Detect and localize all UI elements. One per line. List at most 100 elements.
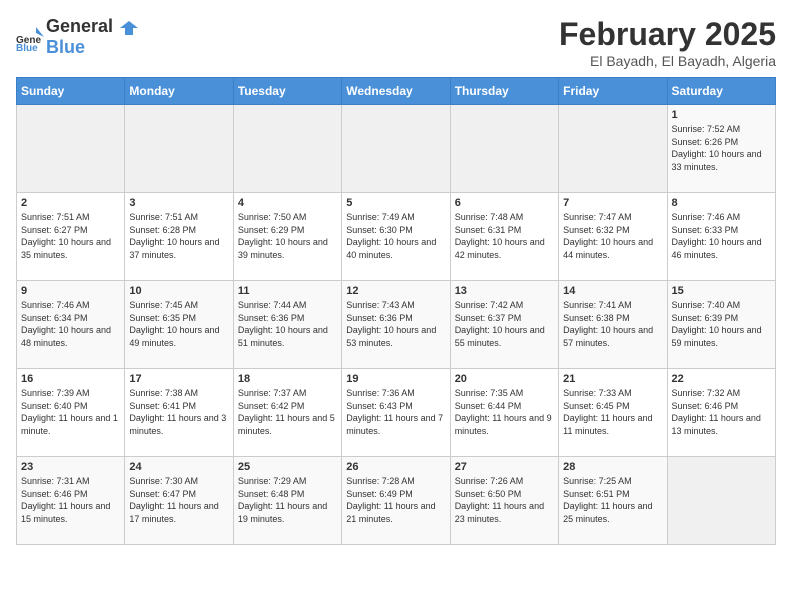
day-info: Sunrise: 7:49 AM Sunset: 6:30 PM Dayligh… (346, 211, 445, 261)
header-wednesday: Wednesday (342, 78, 450, 105)
day-number: 6 (455, 197, 554, 209)
day-info: Sunrise: 7:50 AM Sunset: 6:29 PM Dayligh… (238, 211, 337, 261)
day-number: 20 (455, 373, 554, 385)
day-number: 26 (346, 461, 445, 473)
day-cell (450, 105, 558, 193)
calendar-subtitle: El Bayadh, El Bayadh, Algeria (559, 53, 776, 69)
day-cell: 3 Sunrise: 7:51 AM Sunset: 6:28 PM Daylig… (125, 193, 233, 281)
day-number: 28 (563, 461, 662, 473)
day-number: 1 (672, 109, 771, 121)
day-number: 24 (129, 461, 228, 473)
calendar-title: February 2025 (559, 16, 776, 53)
day-number: 13 (455, 285, 554, 297)
week-row-3: 9 Sunrise: 7:46 AM Sunset: 6:34 PM Daylig… (17, 281, 776, 369)
day-number: 27 (455, 461, 554, 473)
day-info: Sunrise: 7:52 AM Sunset: 6:26 PM Dayligh… (672, 123, 771, 173)
day-number: 4 (238, 197, 337, 209)
logo-blue: Blue (46, 37, 85, 57)
day-cell: 8Sunrise: 7:46 AM Sunset: 6:33 PM Daylig… (667, 193, 775, 281)
day-number: 25 (238, 461, 337, 473)
title-area: February 2025 El Bayadh, El Bayadh, Alge… (559, 16, 776, 69)
day-cell: 24 Sunrise: 7:30 AM Sunset: 6:47 PM Dayli… (125, 457, 233, 545)
header-friday: Friday (559, 78, 667, 105)
header-thursday: Thursday (450, 78, 558, 105)
day-info: Sunrise: 7:35 AM Sunset: 6:44 PM Dayligh… (455, 387, 554, 437)
day-cell: 4 Sunrise: 7:50 AM Sunset: 6:29 PM Daylig… (233, 193, 341, 281)
day-number: 23 (21, 461, 120, 473)
calendar-table: Sunday Monday Tuesday Wednesday Thursday… (16, 77, 776, 545)
day-info: Sunrise: 7:32 AM Sunset: 6:46 PM Dayligh… (672, 387, 771, 437)
day-info: Sunrise: 7:41 AM Sunset: 6:38 PM Dayligh… (563, 299, 662, 349)
header-sunday: Sunday (17, 78, 125, 105)
day-cell: 22 Sunrise: 7:32 AM Sunset: 6:46 PM Dayli… (667, 369, 775, 457)
day-info: Sunrise: 7:26 AM Sunset: 6:50 PM Dayligh… (455, 475, 554, 525)
day-cell: 13 Sunrise: 7:42 AM Sunset: 6:37 PM Dayli… (450, 281, 558, 369)
day-info: Sunrise: 7:44 AM Sunset: 6:36 PM Dayligh… (238, 299, 337, 349)
day-info: Sunrise: 7:30 AM Sunset: 6:47 PM Dayligh… (129, 475, 228, 525)
day-number: 3 (129, 197, 228, 209)
day-cell (233, 105, 341, 193)
day-cell (559, 105, 667, 193)
day-info: Sunrise: 7:43 AM Sunset: 6:36 PM Dayligh… (346, 299, 445, 349)
day-cell: 17Sunrise: 7:38 AM Sunset: 6:41 PM Dayli… (125, 369, 233, 457)
day-cell: 9 Sunrise: 7:46 AM Sunset: 6:34 PM Daylig… (17, 281, 125, 369)
week-row-1: 1 Sunrise: 7:52 AM Sunset: 6:26 PM Daylig… (17, 105, 776, 193)
day-cell: 16 Sunrise: 7:39 AM Sunset: 6:40 PM Dayli… (17, 369, 125, 457)
day-cell: 26 Sunrise: 7:28 AM Sunset: 6:49 PM Dayli… (342, 457, 450, 545)
day-cell: 12 Sunrise: 7:43 AM Sunset: 6:36 PM Dayli… (342, 281, 450, 369)
day-info: Sunrise: 7:25 AM Sunset: 6:51 PM Dayligh… (563, 475, 662, 525)
day-cell: 23Sunrise: 7:31 AM Sunset: 6:46 PM Dayli… (17, 457, 125, 545)
day-cell: 18 Sunrise: 7:37 AM Sunset: 6:42 PM Dayli… (233, 369, 341, 457)
day-cell: 25 Sunrise: 7:29 AM Sunset: 6:48 PM Dayli… (233, 457, 341, 545)
day-number: 10 (129, 285, 228, 297)
day-info: Sunrise: 7:29 AM Sunset: 6:48 PM Dayligh… (238, 475, 337, 525)
day-number: 12 (346, 285, 445, 297)
day-info: Sunrise: 7:45 AM Sunset: 6:35 PM Dayligh… (129, 299, 228, 349)
day-number: 2 (21, 197, 120, 209)
week-row-2: 2 Sunrise: 7:51 AM Sunset: 6:27 PM Daylig… (17, 193, 776, 281)
day-info: Sunrise: 7:47 AM Sunset: 6:32 PM Dayligh… (563, 211, 662, 261)
day-number: 7 (563, 197, 662, 209)
day-info: Sunrise: 7:33 AM Sunset: 6:45 PM Dayligh… (563, 387, 662, 437)
logo: Gene Blue General Blue (16, 16, 140, 58)
day-info: Sunrise: 7:38 AM Sunset: 6:41 PM Dayligh… (129, 387, 228, 437)
day-number: 15 (672, 285, 771, 297)
day-info: Sunrise: 7:37 AM Sunset: 6:42 PM Dayligh… (238, 387, 337, 437)
day-info: Sunrise: 7:46 AM Sunset: 6:33 PM Dayligh… (672, 211, 771, 261)
day-cell: 21Sunrise: 7:33 AM Sunset: 6:45 PM Dayli… (559, 369, 667, 457)
day-info: Sunrise: 7:39 AM Sunset: 6:40 PM Dayligh… (21, 387, 120, 437)
day-cell: 27 Sunrise: 7:26 AM Sunset: 6:50 PM Dayli… (450, 457, 558, 545)
day-cell: 1 Sunrise: 7:52 AM Sunset: 6:26 PM Daylig… (667, 105, 775, 193)
day-number: 22 (672, 373, 771, 385)
day-cell: 10 Sunrise: 7:45 AM Sunset: 6:35 PM Dayli… (125, 281, 233, 369)
day-info: Sunrise: 7:51 AM Sunset: 6:27 PM Dayligh… (21, 211, 120, 261)
day-cell: 28 Sunrise: 7:25 AM Sunset: 6:51 PM Dayli… (559, 457, 667, 545)
day-cell: 6 Sunrise: 7:48 AM Sunset: 6:31 PM Daylig… (450, 193, 558, 281)
day-info: Sunrise: 7:46 AM Sunset: 6:34 PM Dayligh… (21, 299, 120, 349)
day-number: 11 (238, 285, 337, 297)
day-cell: 11 Sunrise: 7:44 AM Sunset: 6:36 PM Dayli… (233, 281, 341, 369)
day-number: 14 (563, 285, 662, 297)
day-cell: 5Sunrise: 7:49 AM Sunset: 6:30 PM Daylig… (342, 193, 450, 281)
day-number: 16 (21, 373, 120, 385)
svg-text:Blue: Blue (16, 43, 38, 51)
day-info: Sunrise: 7:51 AM Sunset: 6:28 PM Dayligh… (129, 211, 228, 261)
day-info: Sunrise: 7:42 AM Sunset: 6:37 PM Dayligh… (455, 299, 554, 349)
logo-icon: Gene Blue (16, 23, 44, 51)
day-info: Sunrise: 7:28 AM Sunset: 6:49 PM Dayligh… (346, 475, 445, 525)
day-cell (125, 105, 233, 193)
header-row: Sunday Monday Tuesday Wednesday Thursday… (17, 78, 776, 105)
day-cell (17, 105, 125, 193)
header-monday: Monday (125, 78, 233, 105)
day-info: Sunrise: 7:48 AM Sunset: 6:31 PM Dayligh… (455, 211, 554, 261)
day-number: 18 (238, 373, 337, 385)
logo-general2: ral (91, 16, 113, 36)
header-tuesday: Tuesday (233, 78, 341, 105)
day-cell: 14 Sunrise: 7:41 AM Sunset: 6:38 PM Dayli… (559, 281, 667, 369)
day-cell: 20 Sunrise: 7:35 AM Sunset: 6:44 PM Dayli… (450, 369, 558, 457)
week-row-5: 23Sunrise: 7:31 AM Sunset: 6:46 PM Dayli… (17, 457, 776, 545)
day-number: 9 (21, 285, 120, 297)
logo-general: Gene (46, 16, 91, 36)
day-cell (667, 457, 775, 545)
day-cell: 2 Sunrise: 7:51 AM Sunset: 6:27 PM Daylig… (17, 193, 125, 281)
